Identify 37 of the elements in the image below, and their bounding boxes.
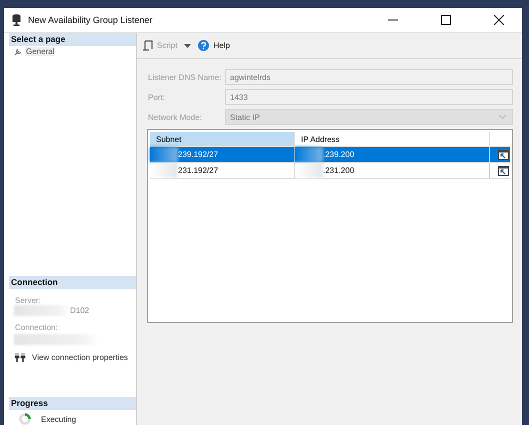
window-title: New Availability Group Listener <box>28 15 154 25</box>
database-icon <box>12 14 21 26</box>
server-label: Server: <box>14 296 42 306</box>
section-header: Select a page <box>9 33 136 46</box>
view-connection-properties-link[interactable]: View connection properties <box>32 353 128 362</box>
progress-status: Executing <box>41 414 76 424</box>
chevron-down-icon <box>499 115 506 119</box>
field-label: Network Mode: <box>148 112 203 122</box>
page-item[interactable]: General <box>25 47 56 56</box>
section-header: Progress <box>9 397 136 410</box>
window-arrow-icon[interactable] <box>498 166 509 176</box>
redacted-block <box>295 147 323 162</box>
redacted-block <box>14 305 70 316</box>
redacted-block <box>150 163 178 178</box>
script-icon <box>143 40 153 51</box>
window-arrow-icon[interactable] <box>498 150 509 160</box>
redacted-block <box>150 147 178 162</box>
close-icon[interactable] <box>494 15 504 25</box>
column-header[interactable]: IP Address <box>294 132 490 146</box>
connection-label: Connection: <box>14 323 59 332</box>
server-value: D102 <box>70 306 90 316</box>
field-label: Port: <box>148 92 166 102</box>
cell-text: .239.200 <box>323 150 354 159</box>
caret-icon[interactable] <box>184 44 192 48</box>
help-button[interactable]: Help <box>213 41 230 50</box>
column-header[interactable]: Subnet <box>150 132 294 146</box>
cell-text: 231.192/27 <box>178 166 218 175</box>
cell-text: .231.200 <box>323 166 354 175</box>
help-icon <box>198 40 210 51</box>
redacted-block <box>295 163 323 178</box>
spinner-icon <box>19 413 31 425</box>
field-label: Listener DNS Name: <box>148 72 222 82</box>
plug-icon <box>15 353 26 362</box>
cell-text: 239.192/27 <box>178 150 218 159</box>
section-header: Connection <box>9 276 136 290</box>
wrench-icon <box>14 48 22 56</box>
maximize-icon[interactable] <box>441 15 451 25</box>
